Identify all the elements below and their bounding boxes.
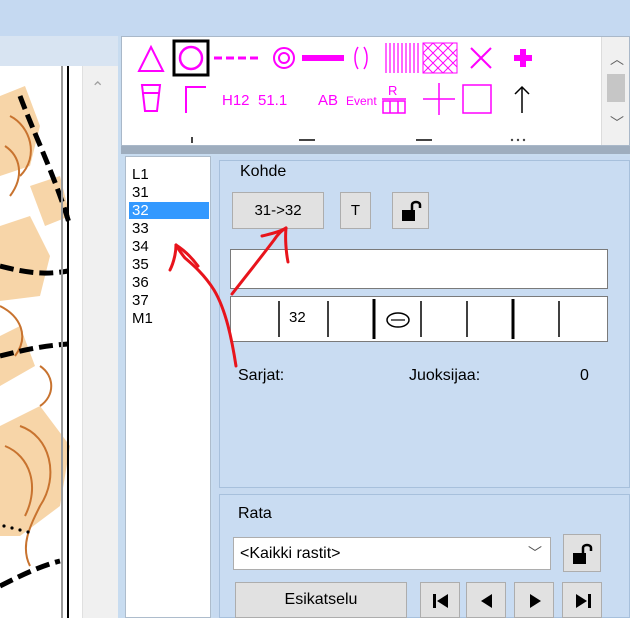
chevron-down-icon[interactable]: ﹀ <box>610 113 624 133</box>
scroll-up-icon[interactable]: ⌃ <box>91 78 104 98</box>
palette-scrollbar[interactable]: ︿ ﹀ <box>601 37 629 145</box>
chevron-down-icon[interactable]: ﹀ <box>528 538 542 569</box>
description-cells <box>278 299 560 339</box>
symbol-palette[interactable]: H12 51.1 AB Event R ︿ ﹀ <box>121 36 630 146</box>
control-number-text-icon[interactable]: 51.1 <box>258 92 287 109</box>
plus-icon[interactable] <box>423 83 455 115</box>
event-text-icon[interactable]: Event <box>346 94 377 108</box>
text-button[interactable]: T <box>340 192 371 229</box>
cross-icon[interactable] <box>470 47 492 69</box>
double-circle-icon[interactable] <box>273 47 295 69</box>
list-item-selected[interactable]: 32 <box>129 202 209 219</box>
marked-route-icon[interactable] <box>354 46 368 70</box>
previous-icon <box>481 594 492 608</box>
arrow-up-icon[interactable] <box>514 85 530 113</box>
map-canvas[interactable] <box>0 66 82 618</box>
control-description-strip[interactable]: 32 <box>230 296 608 342</box>
lock-open-icon <box>573 543 593 564</box>
kohde-title: Kohde <box>240 163 287 180</box>
h12-text-icon[interactable]: H12 <box>222 92 250 109</box>
ab-text-icon[interactable]: AB <box>318 92 338 109</box>
first-icon <box>433 594 448 608</box>
svg-text:R: R <box>388 83 397 98</box>
refreshment-icon[interactable] <box>140 84 162 112</box>
list-item[interactable]: 35 <box>129 256 209 273</box>
top-band <box>0 0 630 36</box>
hatched-area-icon[interactable] <box>385 43 419 73</box>
chevron-up-icon[interactable]: ︿ <box>610 49 624 69</box>
map-header <box>0 36 118 66</box>
list-item[interactable]: 36 <box>129 274 209 291</box>
last-icon <box>576 594 591 608</box>
splitter[interactable] <box>121 146 630 154</box>
first-aid-icon[interactable] <box>514 49 532 67</box>
last-button[interactable] <box>562 582 602 618</box>
first-button[interactable] <box>420 582 460 618</box>
list-item[interactable]: L1 <box>129 166 209 183</box>
list-item[interactable]: 31 <box>129 184 209 201</box>
previous-button[interactable] <box>466 582 506 618</box>
palette-grid: H12 51.1 AB Event R <box>137 39 532 143</box>
next-button[interactable] <box>514 582 554 618</box>
control-list[interactable]: L1 31 32 33 34 35 36 37 M1 <box>125 156 211 618</box>
rata-title: Rata <box>238 505 272 522</box>
map-pane[interactable]: ⌃ <box>0 36 118 618</box>
lock-open-icon <box>402 200 422 221</box>
list-item[interactable]: 33 <box>129 220 209 237</box>
list-item[interactable]: 34 <box>129 238 209 255</box>
description-text-field[interactable] <box>230 249 608 289</box>
marsh-oval-icon <box>386 312 410 328</box>
registration-mark-icon[interactable]: R <box>382 83 406 114</box>
map-scrollbar[interactable]: ⌃ <box>82 66 118 618</box>
juoksijaa-value: 0 <box>580 367 589 384</box>
course-select[interactable]: <Kaikki rastit> ﹀ <box>233 537 551 570</box>
juoksijaa-label: Juoksijaa: <box>409 367 481 384</box>
triangle-icon[interactable] <box>137 44 165 72</box>
course-select-value: <Kaikki rastit> <box>240 545 341 562</box>
leg-button[interactable]: 31->32 <box>232 192 324 229</box>
next-icon <box>530 594 541 608</box>
corner-icon[interactable] <box>185 86 206 113</box>
control-code-cell: 32 <box>289 309 306 326</box>
palette-scroll-thumb[interactable] <box>607 74 625 102</box>
lock-button[interactable] <box>392 192 429 229</box>
crosshatch-area-icon[interactable] <box>422 42 458 74</box>
sarjat-label: Sarjat: <box>238 367 285 384</box>
square-icon[interactable] <box>462 84 492 114</box>
app-window: ⌃ H12 51.1 AB Event R ︿ ﹀ L1 31 32 33 34… <box>0 0 630 618</box>
preview-button[interactable]: Esikatselu <box>235 582 407 618</box>
circle-icon[interactable] <box>172 39 210 77</box>
course-lock-button[interactable] <box>563 534 601 572</box>
list-item[interactable]: M1 <box>129 310 209 327</box>
list-item[interactable]: 37 <box>129 292 209 309</box>
